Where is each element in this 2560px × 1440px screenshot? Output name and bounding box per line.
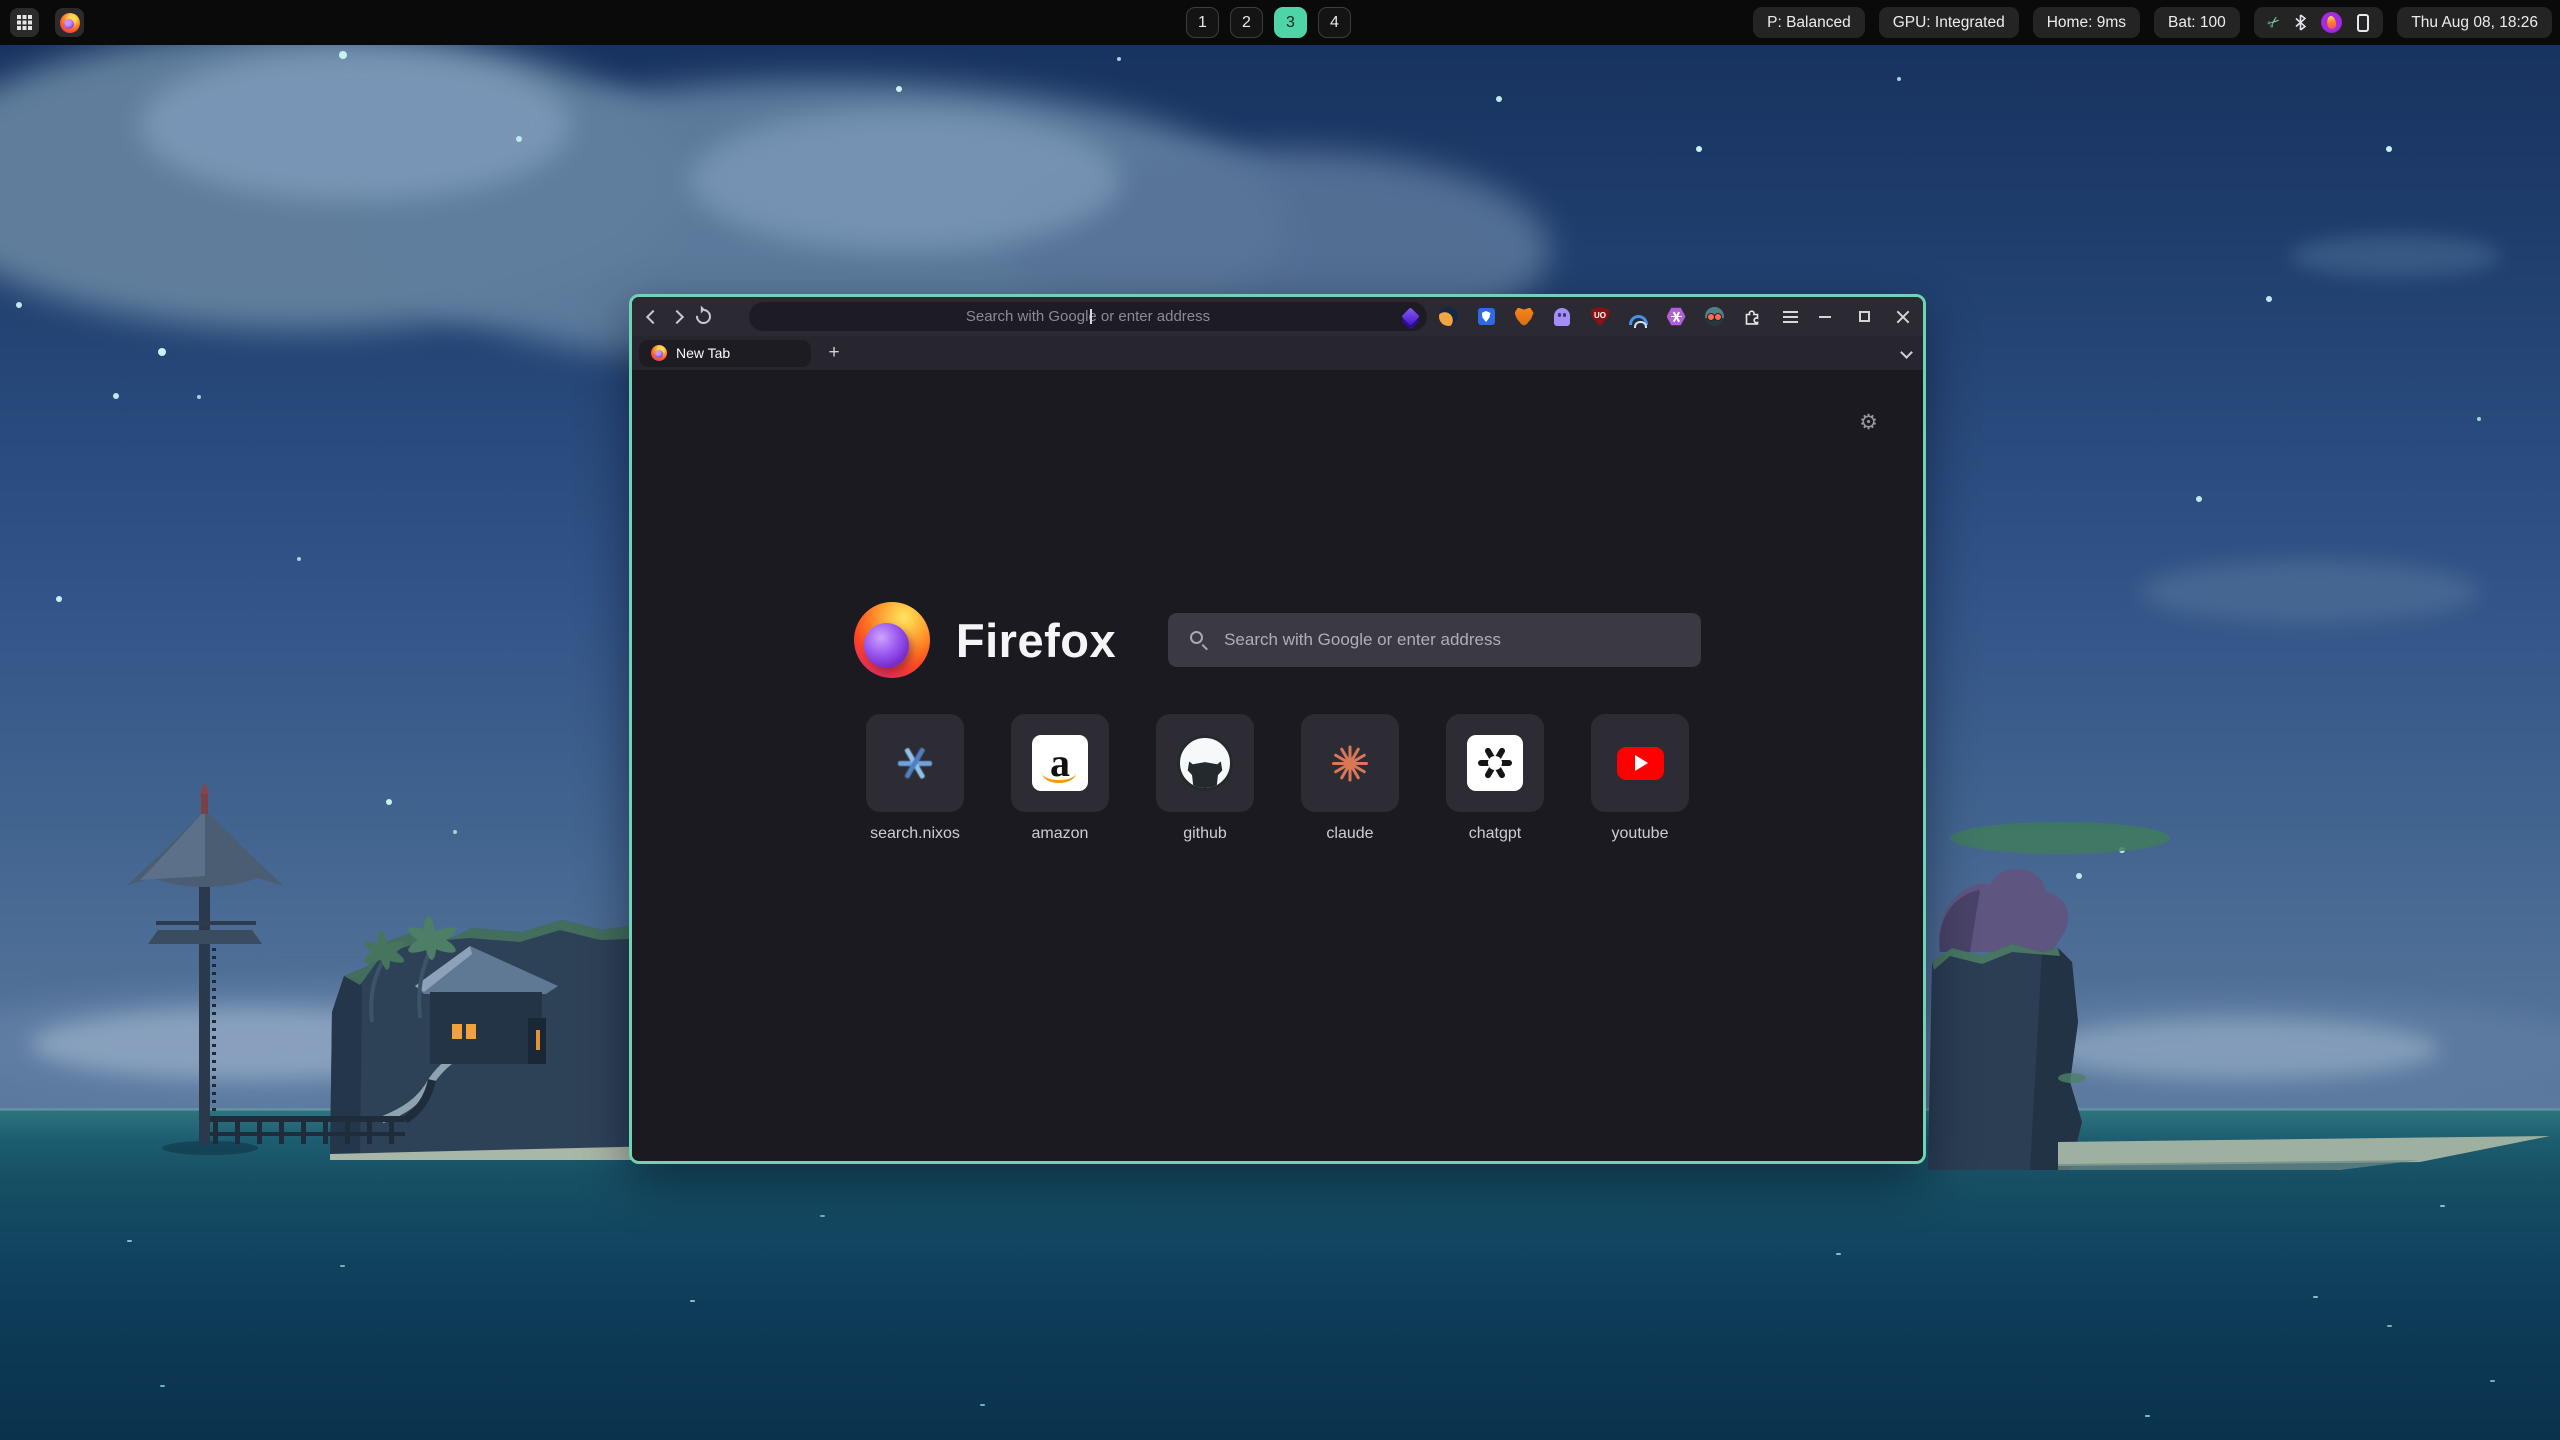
extension-toolbar: UO <box>1399 297 1801 336</box>
cloud <box>140 50 570 200</box>
system-tray: ✂ <box>2254 7 2384 38</box>
reload-button[interactable] <box>693 306 714 327</box>
metamask-extension-icon[interactable] <box>1513 306 1535 328</box>
workspace-4-button[interactable]: 4 <box>1318 7 1351 38</box>
vpn-extension-icon[interactable] <box>1627 306 1649 328</box>
back-button[interactable] <box>646 309 660 323</box>
clock-badge[interactable]: Thu Aug 08, 18:26 <box>2397 7 2552 38</box>
tab-new-tab[interactable]: New Tab <box>639 340 811 367</box>
firefox-wordmark: Firefox <box>956 613 1116 668</box>
nixos-snowflake-icon <box>895 743 935 783</box>
ghostery-extension-icon[interactable] <box>1551 306 1573 328</box>
new-tab-page: ⚙ Firefox search.nixos a amazon github <box>632 370 1923 1161</box>
top-status-bar: 1 2 3 4 P: Balanced GPU: Integrated Home… <box>0 0 2560 45</box>
shortcut-amazon[interactable]: a amazon <box>1011 714 1109 843</box>
phone-icon[interactable] <box>2357 14 2369 32</box>
openai-icon <box>1467 735 1523 791</box>
password-shield-extension-icon[interactable] <box>1475 306 1497 328</box>
shortcut-label: chatgpt <box>1469 825 1521 843</box>
claude-starburst-icon <box>1328 741 1372 785</box>
tab-title: New Tab <box>676 345 730 361</box>
flame-media-icon[interactable] <box>2321 12 2342 33</box>
url-input[interactable] <box>749 302 1427 331</box>
layers-extension-icon[interactable] <box>1399 306 1421 328</box>
shortcut-youtube[interactable]: youtube <box>1591 714 1689 843</box>
shortcut-label: youtube <box>1612 825 1669 843</box>
extensions-puzzle-button[interactable] <box>1741 306 1763 328</box>
personalize-gear-icon[interactable]: ⚙ <box>1859 410 1878 434</box>
proxy-spy-extension-icon[interactable] <box>1703 306 1725 328</box>
shortcuts-row: search.nixos a amazon github claude chat… <box>632 714 1923 843</box>
app-grid-icon <box>17 15 21 19</box>
brand-row: Firefox <box>632 602 1923 678</box>
youtube-icon <box>1617 747 1664 780</box>
shortcut-label: search.nixos <box>870 825 960 843</box>
browser-navbar: UO <box>632 297 1923 336</box>
latency-badge: Home: 9ms <box>2033 7 2140 38</box>
shortcut-search-nixos[interactable]: search.nixos <box>866 714 964 843</box>
hex-snowflake-extension-icon[interactable] <box>1665 306 1687 328</box>
tab-bar: New Tab + <box>632 336 1923 370</box>
minimize-button[interactable] <box>1815 307 1835 327</box>
bluetooth-icon[interactable] <box>2295 14 2306 31</box>
shortcut-chatgpt[interactable]: chatgpt <box>1446 714 1544 843</box>
workspace-2-button[interactable]: 2 <box>1230 7 1263 38</box>
app-launcher-button[interactable] <box>10 8 39 37</box>
shortcut-label: amazon <box>1032 825 1089 843</box>
ublock-letters: UO <box>1594 311 1606 320</box>
gpu-badge: GPU: Integrated <box>1879 7 2019 38</box>
shortcut-claude[interactable]: claude <box>1301 714 1399 843</box>
url-bar[interactable] <box>749 302 1427 331</box>
text-caret <box>1090 309 1092 324</box>
cloud <box>690 110 1120 250</box>
list-all-tabs-chevron-icon[interactable] <box>1900 346 1913 359</box>
right-island-illustration <box>1920 820 2560 1170</box>
workspace-switcher: 1 2 3 4 <box>1186 7 1351 38</box>
firefox-window: UO New Tab + ⚙ Fi <box>629 294 1926 1164</box>
battery-badge: Bat: 100 <box>2154 7 2240 38</box>
firefox-logo <box>854 602 930 678</box>
new-tab-button[interactable]: + <box>821 340 847 366</box>
github-icon <box>1177 735 1233 791</box>
newtab-search-input[interactable] <box>1168 613 1701 667</box>
workspace-1-button[interactable]: 1 <box>1186 7 1219 38</box>
cloud <box>2140 560 2480 624</box>
window-controls <box>1815 297 1913 336</box>
close-button[interactable] <box>1893 307 1913 327</box>
firefox-icon <box>60 13 80 33</box>
ublock-origin-extension-icon[interactable]: UO <box>1589 306 1611 328</box>
scissors-icon[interactable]: ✂ <box>2264 13 2283 33</box>
power-profile-badge: P: Balanced <box>1753 7 1865 38</box>
left-island-illustration <box>0 780 660 1160</box>
firefox-launcher-button[interactable] <box>55 8 84 37</box>
newtab-search-box[interactable] <box>1168 613 1701 667</box>
dark-reader-extension-icon[interactable] <box>1437 306 1459 328</box>
forward-button[interactable] <box>670 309 684 323</box>
maximize-button[interactable] <box>1854 307 1874 327</box>
shortcut-label: github <box>1183 825 1227 843</box>
puzzle-icon <box>1743 307 1762 326</box>
shortcut-label: claude <box>1326 825 1373 843</box>
amazon-icon: a <box>1032 735 1088 791</box>
cloud <box>2290 235 2500 277</box>
shortcut-github[interactable]: github <box>1156 714 1254 843</box>
search-icon <box>1190 631 1203 644</box>
workspace-3-button[interactable]: 3 <box>1274 7 1307 38</box>
menu-button[interactable] <box>1779 306 1801 328</box>
firefox-favicon <box>651 345 667 361</box>
